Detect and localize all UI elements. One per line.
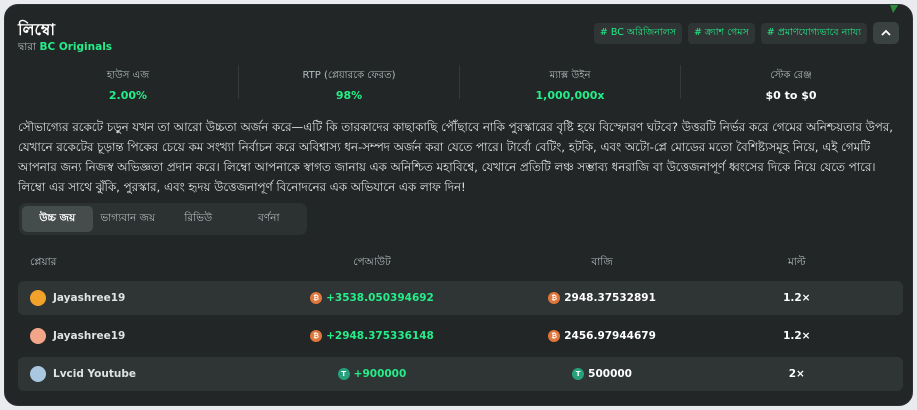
game-info-panel: লিম্বো দ্বারা BC Originals # BC অরিজিনাল… [4,4,913,406]
bet-cell: ₿ 2456.97944679 [514,330,691,342]
player-name: Jayashree19 [53,292,126,304]
player-cell: Lvcid Youtube [18,366,230,382]
player-name: Lvcid Youtube [53,368,136,380]
multiplier-cell: 1.2× [691,292,903,304]
player-cell: Jayashree19 [18,328,230,344]
header-multiplier: মাল্ট [787,255,806,268]
tab-lucky-wins[interactable]: ভাগ্যবান জয় [93,206,164,232]
by-prefix: দ্বারা [18,41,37,53]
coin-icon: ₿ [548,292,561,304]
stats-bar: হাউস এজ 2.00% RTP (প্লেয়ারকে ফেরত) 98% … [18,65,901,102]
payout-cell: ₿ +2948.375336148 [230,330,513,342]
header-player: প্লেয়ার [30,255,57,268]
coin-icon: ₿ [310,292,323,304]
avatar [30,290,46,306]
tab-description[interactable]: বর্ণনা [234,206,305,232]
payout-value: +2948.375336148 [326,330,434,342]
player-cell: Jayashree19 [18,290,230,306]
payout-cell: ₿ +3538.050394692 [230,292,513,304]
wins-table: Jayashree19 ₿ +3538.050394692 ₿ 2948.375… [18,281,903,395]
tag-provably-fair[interactable]: # প্রমাণযোগ্যভাবে ন্যায্য [760,22,867,44]
multiplier-value: 1.2× [783,292,811,304]
chevron-up-icon [881,29,891,36]
tab-reviews[interactable]: রিভিউ [163,206,234,232]
header-bet: বাজি [591,255,613,268]
tab-high-wins[interactable]: উচ্চ জয় [22,206,93,232]
table-row[interactable]: Jayashree19 ₿ +2948.375336148 ₿ 2456.979… [18,319,903,353]
bet-value: 2948.37532891 [564,292,656,304]
multiplier-value: 2× [788,368,805,380]
bet-value: 500000 [588,368,632,380]
bet-cell: ₿ 2948.37532891 [514,292,691,304]
bet-cell: T 500000 [514,368,691,380]
stat-value: $0 to $0 [765,89,817,102]
provider-link[interactable]: BC Originals [39,41,112,53]
stat-value: 98% [335,89,363,102]
stat-value: 2.00% [108,89,148,102]
tag-crash-games[interactable]: # ক্র্যাশ গেমস [688,22,755,44]
stat-house-edge: হাউস এজ 2.00% [18,65,239,102]
coin-icon: ₿ [310,330,323,342]
stat-label: স্টেক রেঞ্জ [770,70,812,81]
header-payout: পেআউট [353,255,391,268]
player-name: Jayashree19 [53,330,126,342]
bet-value: 2456.97944679 [564,330,656,342]
stat-label: ম্যাক্স উইন [549,70,591,81]
table-row[interactable]: Lvcid Youtube T +900000 T 500000 2× [18,357,903,391]
tether-coin-icon: T [337,368,350,380]
game-header: লিম্বো দ্বারা BC Originals # BC অরিজিনাল… [18,17,899,59]
stat-label: হাউস এজ [106,70,150,81]
avatar [30,328,46,344]
payout-value: +3538.050394692 [326,292,434,304]
stat-stake-range: স্টেক রেঞ্জ $0 to $0 [681,65,901,102]
table-header: প্লেয়ার পেআউট বাজি মাল্ট [18,253,903,273]
multiplier-value: 1.2× [783,330,811,342]
stat-rtp: RTP (প্লেয়ারকে ফেরত) 98% [239,65,460,102]
avatar [30,366,46,382]
table-row[interactable]: Jayashree19 ₿ +3538.050394692 ₿ 2948.375… [18,281,903,315]
tab-bar: উচ্চ জয় ভাগ্যবান জয় রিভিউ বর্ণনা [19,203,307,235]
payout-value: +900000 [353,368,407,380]
collapse-button[interactable] [873,22,899,44]
stat-label: RTP (প্লেয়ারকে ফেরত) [302,70,396,81]
tether-coin-icon: T [572,368,585,380]
payout-cell: T +900000 [230,368,513,380]
stat-max-win: ম্যাক্স উইন 1,000,000x [460,65,681,102]
tag-bc-originals[interactable]: # BC অরিজিনালস [593,22,683,44]
tag-list: # BC অরিজিনালস # ক্র্যাশ গেমস # প্রমাণযো… [593,22,899,44]
provider-line: দ্বারা BC Originals [18,40,112,57]
multiplier-cell: 1.2× [691,330,903,342]
multiplier-cell: 2× [691,368,903,380]
stat-value: 1,000,000x [535,89,605,102]
game-description: সৌভাগ্যের রকেটে চড়ুন যখন তা আরো উচ্চতা … [18,120,894,194]
coin-icon: ₿ [548,330,561,342]
